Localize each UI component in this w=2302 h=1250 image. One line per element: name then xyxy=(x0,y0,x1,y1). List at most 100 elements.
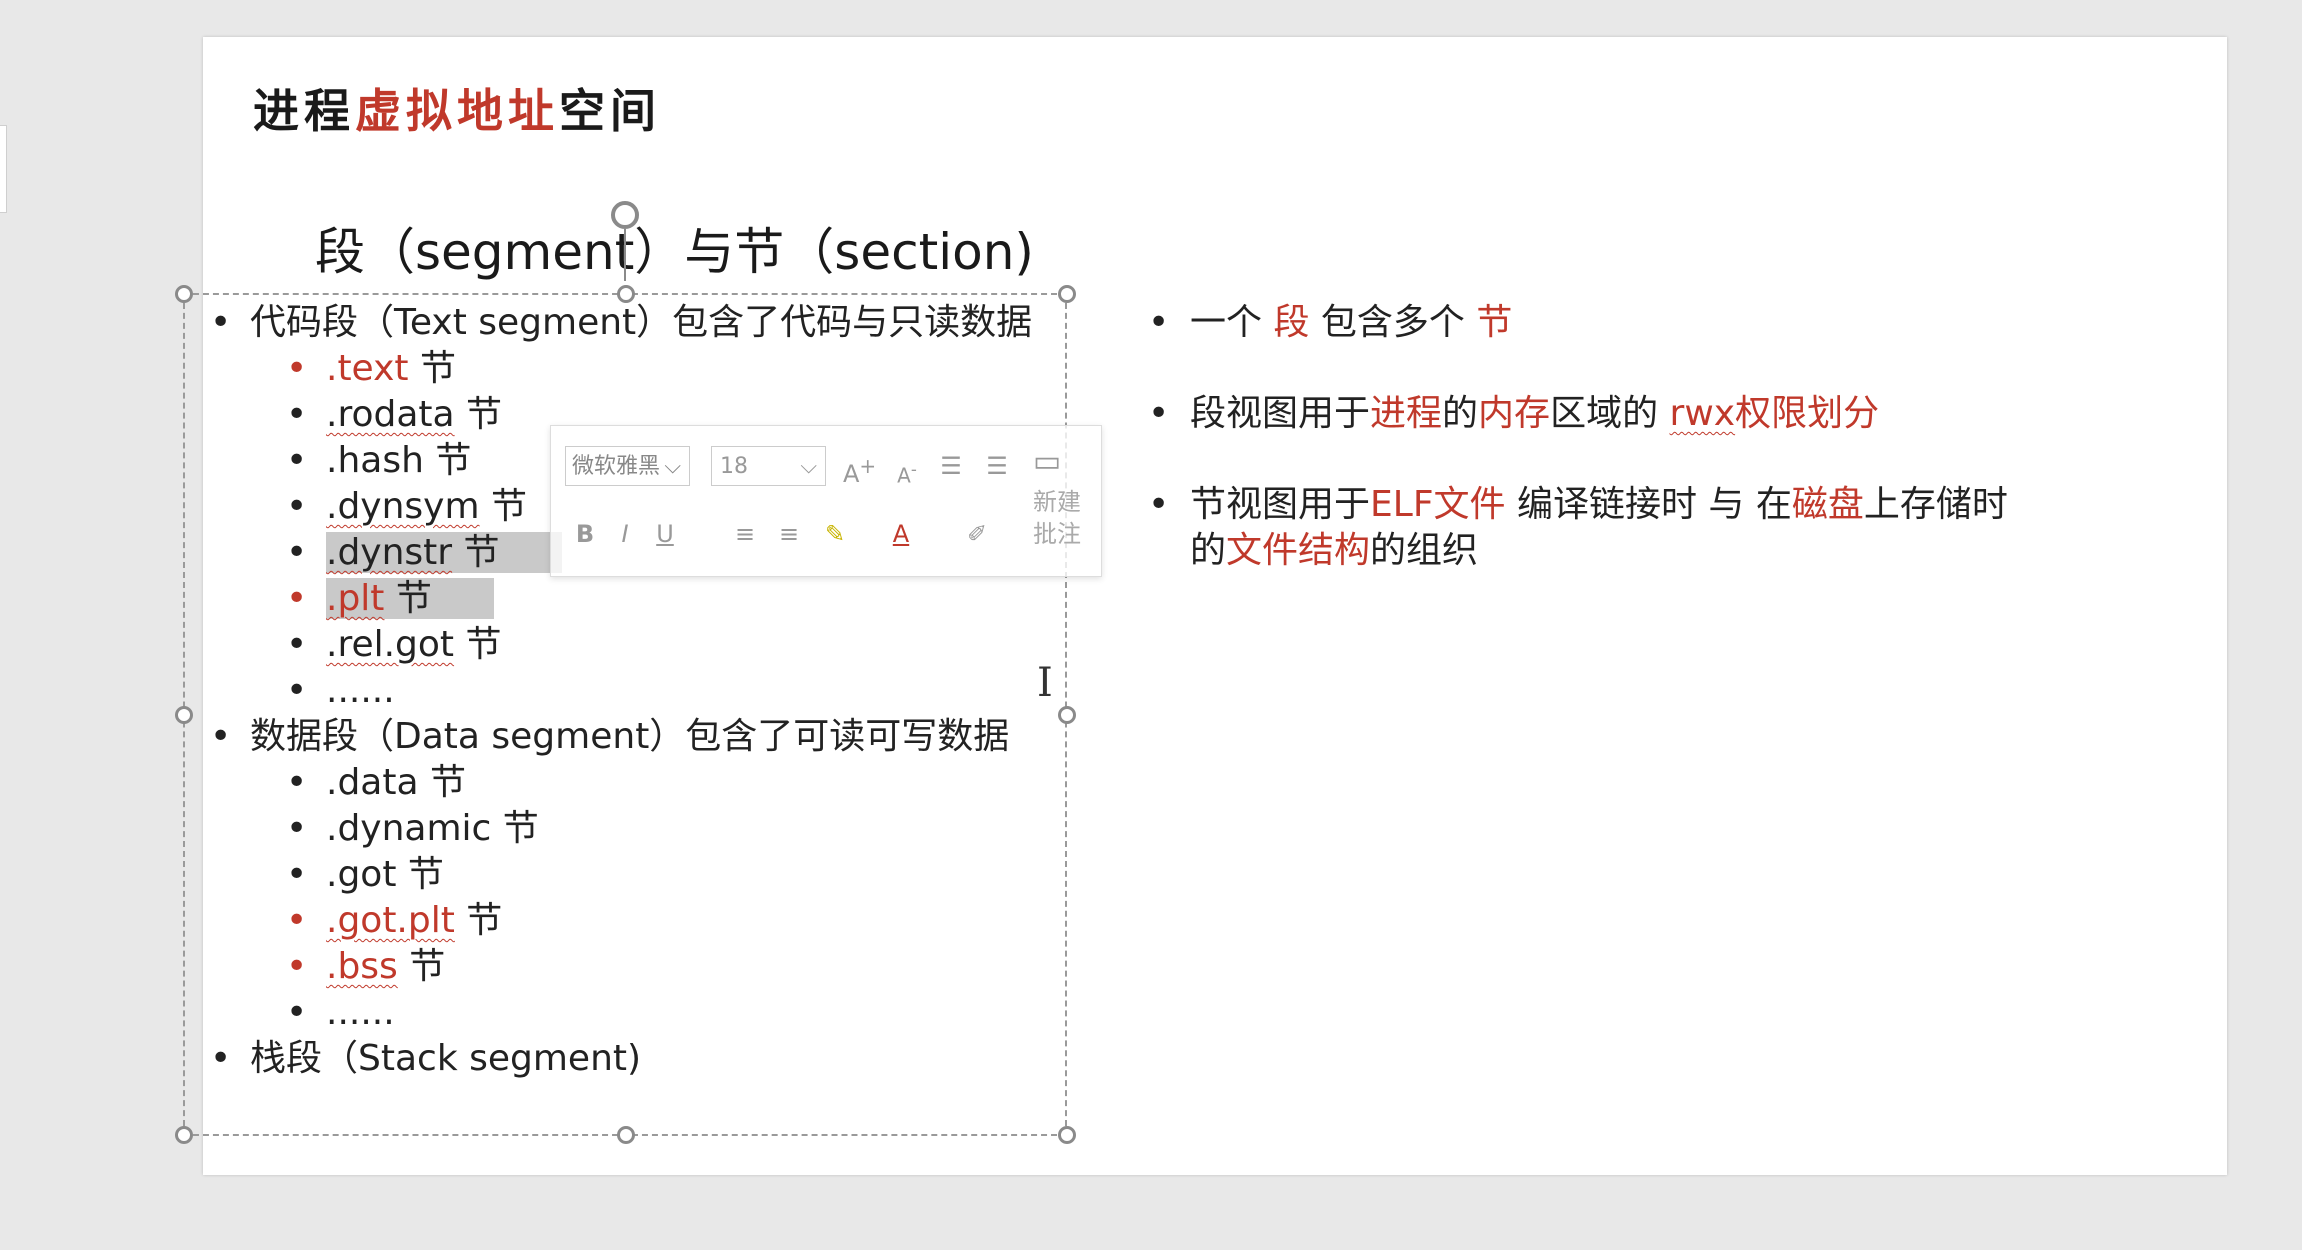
bullet-icon: • xyxy=(286,624,308,665)
bullet-icon: • xyxy=(286,808,308,849)
section-suffix: 节 xyxy=(397,946,446,987)
bullet-icon: • xyxy=(210,1038,232,1079)
note-text: 一个 xyxy=(1190,302,1274,343)
bullet-icon: • xyxy=(1148,484,1170,525)
slide-subtitle[interactable]: 段（segment）与节（section) xyxy=(315,212,1034,284)
section-item[interactable]: • .data 节 xyxy=(200,760,1050,806)
section-name: ...... xyxy=(326,670,395,711)
note-keyword: 段 xyxy=(1273,302,1310,343)
bullet-icon: • xyxy=(286,394,308,435)
section-suffix: 节 xyxy=(454,900,503,941)
font-size-select[interactable]: 18 ⌵ xyxy=(711,446,826,486)
item-text: .got.plt 节 xyxy=(326,900,502,941)
bullet-icon: • xyxy=(286,440,308,481)
section-item[interactable]: • .plt 节 xyxy=(200,576,1050,622)
highlight-color-icon[interactable]: ✎ xyxy=(819,518,851,550)
section-name: .dynsym xyxy=(326,486,480,527)
section-suffix: 节 xyxy=(452,532,500,573)
item-text: .rel.got 节 xyxy=(326,624,502,665)
item-text: ...... xyxy=(326,670,395,711)
decrease-indent-icon[interactable]: ☰ xyxy=(935,450,967,482)
item-text: 栈段（Stack segment) xyxy=(250,1038,641,1079)
bullet-icon: • xyxy=(286,532,308,573)
bullet-icon: • xyxy=(286,348,308,389)
section-suffix: 节 xyxy=(418,762,466,803)
resize-handle-bottom-center[interactable] xyxy=(617,1126,635,1144)
note-text: 段视图用于 xyxy=(1190,393,1371,434)
bullet-icon: • xyxy=(1148,393,1170,434)
font-size-value: 18 xyxy=(720,454,748,479)
rotate-stem xyxy=(624,229,626,281)
segment-item[interactable]: • 栈段（Stack segment) xyxy=(200,1036,1050,1082)
section-item[interactable]: •...... xyxy=(200,668,1050,714)
resize-handle-middle-left[interactable] xyxy=(175,706,193,724)
section-suffix: 节 xyxy=(408,348,456,389)
bullet-icon: • xyxy=(210,716,232,757)
bullet-icon: • xyxy=(286,762,308,803)
new-comment-label-1: 新建 xyxy=(1033,488,1081,516)
section-suffix: 节 xyxy=(396,854,444,895)
segment-label: 数据段（Data segment）包含了可读可写数据 xyxy=(250,716,1010,757)
underline-button[interactable]: U xyxy=(649,518,681,550)
resize-handle-middle-right[interactable] xyxy=(1058,706,1076,724)
section-item[interactable]: • .bss 节 xyxy=(200,944,1050,990)
section-suffix: 节 xyxy=(491,808,539,849)
notes-list[interactable]: • 一个 段 包含多个 节 • 段视图用于进程的内存区域的 rwx权限划分 • 节视图用于… xyxy=(1140,300,2010,619)
section-item[interactable]: • .text 节 xyxy=(200,346,1050,392)
increase-indent-icon[interactable]: ☰ xyxy=(981,450,1013,482)
note-item[interactable]: • 节视图用于ELF文件 编译链接时 与 在磁盘上存储时 的文件结构的组织 xyxy=(1140,482,2010,574)
bullet-icon: • xyxy=(286,992,308,1033)
section-item[interactable]: • .got 节 xyxy=(200,852,1050,898)
align-center-icon[interactable]: ≡ xyxy=(729,518,761,550)
section-suffix: 节 xyxy=(423,440,472,481)
resize-handle-top-left[interactable] xyxy=(175,285,193,303)
bullet-icon: • xyxy=(286,900,308,941)
italic-button[interactable]: I xyxy=(609,518,641,550)
item-text: .rodata 节 xyxy=(326,394,502,435)
resize-handle-top-right[interactable] xyxy=(1058,285,1076,303)
section-name: .plt xyxy=(326,578,385,619)
note-keyword: 内存 xyxy=(1478,393,1551,434)
note-item[interactable]: • 一个 段 包含多个 节 xyxy=(1140,300,2010,346)
bold-button[interactable]: B xyxy=(569,518,601,550)
grow-font-icon[interactable]: A+ xyxy=(843,450,876,488)
font-family-select[interactable]: 微软雅黑 ⌵ xyxy=(565,446,690,486)
note-keyword: 磁盘 xyxy=(1791,484,1864,525)
item-text: ...... xyxy=(326,992,395,1033)
font-color-button[interactable]: A xyxy=(885,518,917,550)
resize-handle-bottom-left[interactable] xyxy=(175,1126,193,1144)
section-name: .text xyxy=(326,348,409,389)
note-keyword: 权限划分 xyxy=(1735,393,1880,434)
note-text: 编译链接时 与 在 xyxy=(1505,484,1792,525)
segment-item[interactable]: • 数据段（Data segment）包含了可读可写数据 xyxy=(200,714,1050,760)
bullet-icon: • xyxy=(286,670,308,711)
section-item[interactable]: • .rel.got 节 xyxy=(200,622,1050,668)
item-text: .dynsym 节 xyxy=(326,486,527,527)
note-item[interactable]: • 段视图用于进程的内存区域的 rwx权限划分 xyxy=(1140,391,2010,437)
rotate-handle-icon[interactable] xyxy=(611,201,639,229)
segment-item[interactable]: • 代码段（Text segment）包含了代码与只读数据 xyxy=(200,300,1050,346)
resize-handle-bottom-right[interactable] xyxy=(1058,1126,1076,1144)
section-item[interactable]: • .got.plt 节 xyxy=(200,898,1050,944)
shrink-font-icon[interactable]: A- xyxy=(891,454,923,488)
item-text: .dynamic 节 xyxy=(326,808,539,849)
segment-label: 代码段（Text segment）包含了代码与只读数据 xyxy=(250,302,1033,343)
note-keyword: 文件结构 xyxy=(1226,530,1371,571)
note-text: 节视图用于 xyxy=(1190,484,1371,525)
mini-format-toolbar[interactable]: 微软雅黑 ⌵ 18 ⌵ A+ A- ☰ ☰ ▭ 新建 批注 B I U ≡ ≡ ✎ … xyxy=(550,425,1102,577)
bullet-icon: • xyxy=(286,486,308,527)
format-painter-icon[interactable]: ✐ xyxy=(961,518,993,550)
left-panel-tab[interactable] xyxy=(0,125,7,213)
item-text: .got 节 xyxy=(326,854,444,895)
section-name: .data xyxy=(326,762,419,803)
font-family-value: 微软雅黑 xyxy=(572,454,661,479)
section-item[interactable]: •...... xyxy=(200,990,1050,1036)
section-item[interactable]: • .dynamic 节 xyxy=(200,806,1050,852)
align-right-icon[interactable]: ≡ xyxy=(773,518,805,550)
new-comment-icon[interactable]: ▭ xyxy=(1031,446,1063,478)
section-name: .hash xyxy=(326,440,424,481)
segment-section-list[interactable]: • 代码段（Text segment）包含了代码与只读数据 • .text 节 • .ro… xyxy=(200,300,1050,1082)
bullet-icon: • xyxy=(286,854,308,895)
title-suffix: 空间 xyxy=(559,84,661,138)
note-text: 区域的 xyxy=(1550,393,1670,434)
